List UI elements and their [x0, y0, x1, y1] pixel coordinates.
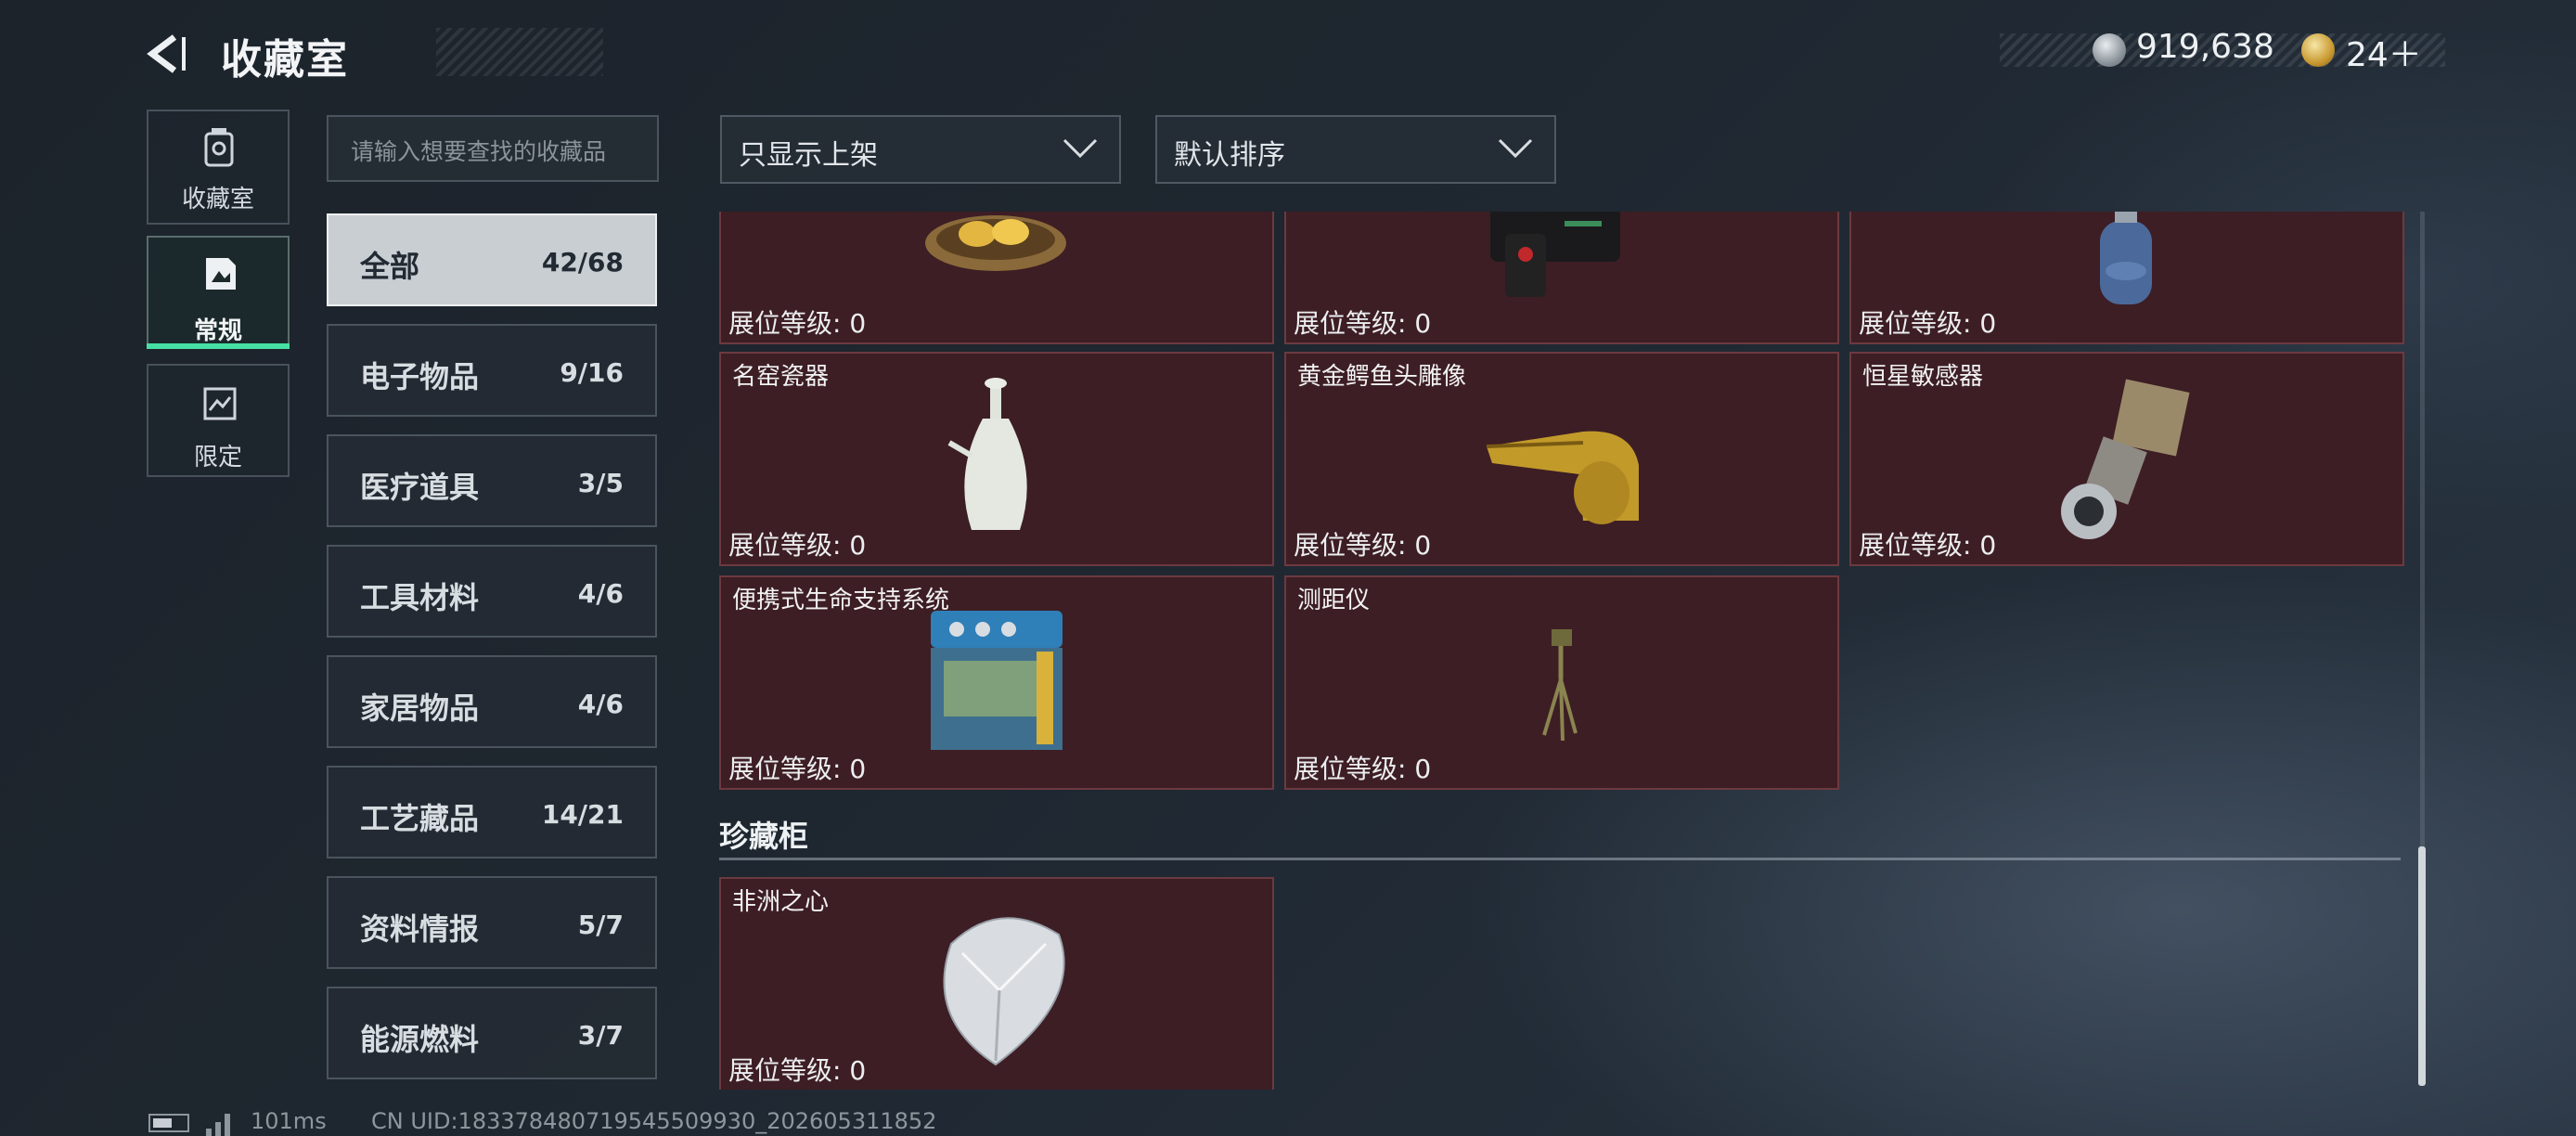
collection-item-card[interactable]: 恒星敏感器 展位等级: 0 — [1849, 352, 2404, 566]
trash-bin-icon — [204, 128, 234, 167]
category-count: 42/68 — [541, 247, 624, 278]
chevron-down-icon — [1498, 138, 1533, 159]
category-count: 3/7 — [577, 1020, 624, 1051]
tab-limited-label: 限定 — [193, 444, 242, 471]
category-crafts[interactable]: 工艺藏品 14/21 — [327, 766, 657, 858]
category-all[interactable]: 全部 42/68 — [327, 213, 657, 306]
display-level: 展位等级: 0 — [1294, 754, 1432, 784]
display-level: 展位等级: 0 — [1859, 530, 1997, 561]
item-name: 恒星敏感器 — [1862, 363, 1984, 391]
tab-regular[interactable]: 常规 — [147, 236, 290, 349]
category-count: 3/5 — [577, 468, 624, 498]
selected-tab-indicator — [147, 343, 290, 349]
category-intel[interactable]: 资料情报 5/7 — [327, 876, 657, 969]
signal-icon — [206, 1114, 230, 1136]
item-name: 测距仪 — [1297, 587, 1371, 614]
category-count: 14/21 — [541, 799, 624, 830]
tab-limited[interactable]: 限定 — [147, 364, 290, 477]
shelf-filter-dropdown[interactable]: 只显示上架 — [720, 115, 1121, 184]
sort-order-dropdown[interactable]: 默认排序 — [1155, 115, 1556, 184]
display-level: 展位等级: 0 — [728, 308, 867, 339]
display-level: 展位等级: 0 — [728, 530, 867, 561]
silver-amount: 919,638 — [2136, 28, 2274, 66]
category-name: 工艺藏品 — [360, 801, 480, 836]
battery-icon — [148, 1114, 189, 1132]
network-latency: 101ms — [251, 1108, 327, 1134]
category-count: 5/7 — [577, 910, 624, 940]
display-level: 展位等级: 0 — [1294, 308, 1432, 339]
category-household[interactable]: 家居物品 4/6 — [327, 655, 657, 748]
tab-regular-label: 常规 — [193, 317, 242, 345]
chevron-down-icon — [1063, 138, 1098, 159]
scrollbar-thumb[interactable] — [2418, 846, 2426, 1086]
tab-collection-room-label: 收藏室 — [181, 186, 254, 213]
sort-order-value: 默认排序 — [1174, 139, 1285, 172]
category-tools[interactable]: 工具材料 4/6 — [327, 545, 657, 638]
item-name: 黄金鳄鱼头雕像 — [1297, 363, 1467, 391]
item-name: 非洲之心 — [732, 888, 830, 916]
item-name: 名窑瓷器 — [732, 363, 830, 391]
category-name: 资料情报 — [360, 911, 480, 947]
collection-item-card[interactable]: 黄金鳄鱼头雕像 展位等级: 0 — [1284, 352, 1839, 566]
limited-collection-icon — [203, 387, 237, 420]
category-count: 4/6 — [577, 689, 624, 719]
shelf-filter-value: 只显示上架 — [739, 139, 878, 172]
collection-item-card[interactable]: 展位等级: 0 — [1849, 212, 2404, 344]
display-level: 展位等级: 0 — [728, 754, 867, 784]
collection-item-card[interactable]: 名窑瓷器 展位等级: 0 — [719, 352, 1274, 566]
treasure-item-card[interactable]: 非洲之心 展位等级: 0 — [719, 877, 1274, 1090]
display-level: 展位等级: 0 — [1859, 308, 1997, 339]
category-energy[interactable]: 能源燃料 3/7 — [327, 987, 657, 1079]
collection-item-card[interactable]: 展位等级: 0 — [719, 212, 1274, 344]
silver-coin-icon — [2093, 33, 2126, 67]
search-input[interactable]: 请输入想要查找的收藏品 — [327, 115, 659, 182]
category-name: 能源燃料 — [360, 1022, 480, 1057]
section-divider — [719, 858, 2401, 860]
collection-item-card[interactable]: 展位等级: 0 — [1284, 212, 1839, 344]
category-medical[interactable]: 医疗道具 3/5 — [327, 434, 657, 527]
tab-collection-room[interactable]: 收藏室 — [147, 110, 290, 225]
category-count: 4/6 — [577, 578, 624, 609]
category-name: 全部 — [360, 249, 420, 284]
regular-collection-icon — [206, 258, 236, 290]
page-title: 收藏室 — [221, 36, 349, 84]
category-count: 9/16 — [560, 357, 624, 388]
back-button[interactable] — [139, 26, 195, 82]
display-level: 展位等级: 0 — [728, 1055, 867, 1086]
collection-item-card[interactable]: 便携式生命支持系统 展位等级: 0 — [719, 575, 1274, 790]
item-name: 便携式生命支持系统 — [732, 587, 950, 614]
collection-grid[interactable]: 展位等级: 0 展位等级: 0 展位等级: 0 名窑瓷器 展位等级: 0 黄金鳄… — [719, 212, 2408, 1090]
back-arrow-icon — [147, 34, 186, 73]
treasure-section-title: 珍藏柜 — [719, 819, 809, 854]
category-name: 家居物品 — [360, 691, 480, 726]
category-name: 工具材料 — [360, 580, 480, 615]
display-level: 展位等级: 0 — [1294, 530, 1432, 561]
category-name: 医疗道具 — [360, 470, 480, 505]
user-uid: CN UID:183378480719545509930_20260531185… — [371, 1108, 937, 1134]
gold-amount[interactable]: 24＋ — [2346, 28, 2422, 76]
gold-coin-icon — [2301, 33, 2335, 67]
category-electronics[interactable]: 电子物品 9/16 — [327, 324, 657, 417]
category-name: 电子物品 — [360, 359, 480, 394]
collection-item-card[interactable]: 测距仪 展位等级: 0 — [1284, 575, 1839, 790]
